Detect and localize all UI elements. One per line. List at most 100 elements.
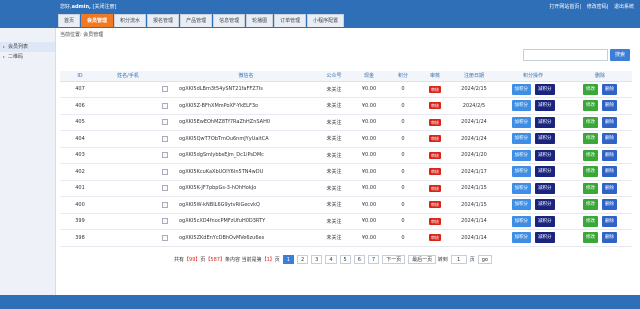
subtract-points-button[interactable]: 减积分 (535, 166, 555, 178)
member-id: 406 (60, 97, 100, 115)
tab-1[interactable]: 会员管理 (81, 14, 114, 27)
next-page-button[interactable]: 下一页 (382, 254, 406, 264)
delete-button[interactable]: 删除 (602, 166, 617, 178)
edit-button[interactable]: 修改 (583, 83, 598, 95)
page-number-button[interactable]: 4 (325, 254, 337, 264)
top-header: 您好,admin, [关闭注册] 打开网站首页| 修改密码| 退出系统 首页 会员… (0, 0, 640, 28)
tab-3[interactable]: 报名管理 (147, 14, 180, 27)
delete-button[interactable]: 删除 (602, 116, 617, 128)
delete-button[interactable]: 删除 (602, 149, 617, 161)
avatar (162, 234, 168, 241)
audit-button[interactable]: 审核 (429, 102, 441, 110)
page-number-button[interactable]: 2 (296, 254, 309, 264)
add-points-button[interactable]: 加积分 (511, 199, 531, 211)
audit-button[interactable]: 审核 (429, 217, 441, 225)
audit-cell: 审核 (420, 163, 450, 181)
page-number-button[interactable]: 3 (311, 254, 323, 264)
edit-button[interactable]: 修改 (583, 232, 598, 244)
audit-button[interactable]: 审核 (429, 201, 441, 209)
avatar-cell (156, 81, 176, 98)
sidebar-item-qrcode[interactable]: 二维码 (0, 52, 55, 62)
audit-button[interactable]: 审核 (429, 234, 441, 242)
member-id: 403 (60, 147, 100, 164)
subtract-points-button[interactable]: 减积分 (535, 83, 555, 95)
logout-system-link[interactable]: 退出系统 (614, 4, 634, 10)
sidebar-item-member-list[interactable]: 会员列表 (0, 42, 55, 52)
audit-button[interactable]: 审核 (429, 135, 441, 143)
subtract-points-button[interactable]: 减积分 (535, 116, 555, 128)
add-points-button[interactable]: 加积分 (511, 100, 531, 112)
tab-0[interactable]: 首页 (58, 14, 81, 27)
subtract-points-button[interactable]: 减积分 (535, 215, 555, 227)
change-password-link[interactable]: 修改密码 (587, 4, 607, 10)
delete-button[interactable]: 删除 (602, 232, 617, 244)
tab-5[interactable]: 信息管理 (213, 14, 246, 27)
member-points: 0 (386, 196, 420, 214)
register-date: 2024/2/15 (450, 81, 498, 98)
open-site-link[interactable]: 打开网站首页 (549, 4, 579, 10)
delete-button[interactable]: 删除 (602, 199, 617, 211)
search-button[interactable]: 搜索 (610, 49, 630, 61)
subtract-points-button[interactable]: 减积分 (535, 133, 555, 145)
page-number-button[interactable]: 6 (353, 254, 365, 264)
edit-button[interactable]: 修改 (583, 100, 598, 112)
row-actions: 修改 删除 (568, 180, 632, 197)
member-name (100, 81, 156, 98)
audit-button[interactable]: 审核 (429, 118, 441, 126)
tab-4[interactable]: 产品管理 (180, 14, 213, 27)
delete-button[interactable]: 删除 (602, 83, 617, 95)
delete-button[interactable]: 删除 (602, 100, 617, 112)
subtract-points-button[interactable]: 减积分 (535, 149, 555, 161)
audit-button[interactable]: 审核 (429, 85, 441, 93)
avatar-cell (156, 97, 176, 115)
audit-button[interactable]: 审核 (429, 168, 441, 176)
edit-button[interactable]: 修改 (583, 199, 598, 211)
add-points-button[interactable]: 加积分 (511, 182, 531, 194)
member-points: 0 (386, 97, 420, 115)
points-actions: 加积分 减积分 (498, 97, 568, 115)
delete-button[interactable]: 删除 (602, 215, 617, 227)
audit-button[interactable]: 审核 (429, 184, 441, 192)
audit-button[interactable]: 审核 (429, 151, 441, 159)
page-number-button[interactable]: 5 (339, 254, 351, 264)
tab-2[interactable]: 积分流水 (114, 14, 147, 27)
add-points-button[interactable]: 加积分 (511, 215, 531, 227)
tab-8[interactable]: 小程序配置 (307, 14, 345, 27)
edit-button[interactable]: 修改 (583, 182, 598, 194)
column-header: 积分 (386, 71, 420, 82)
tab-6[interactable]: 轮播图 (246, 14, 274, 27)
main-nav: 首页 会员管理 积分流水 报名管理 产品管理 信息管理 轮播图 订单管理 小程序配置 (58, 14, 345, 27)
page-number-button[interactable]: 7 (367, 254, 380, 264)
jump-page-input[interactable]: 1 (450, 254, 467, 264)
delete-button[interactable]: 删除 (602, 182, 617, 194)
page-number-button[interactable]: 1 (282, 254, 294, 264)
edit-button[interactable]: 修改 (583, 166, 598, 178)
follow-status: 未关注 (316, 163, 352, 181)
member-name (100, 130, 156, 148)
edit-button[interactable]: 修改 (583, 133, 598, 145)
edit-button[interactable]: 修改 (583, 149, 598, 161)
member-openid: ogXKI5EwEOhMZ8Tf7RaZhHZnSAH0 (176, 114, 316, 131)
add-points-button[interactable]: 加积分 (511, 232, 531, 244)
add-points-button[interactable]: 加积分 (511, 133, 531, 145)
avatar-cell (156, 213, 176, 230)
add-points-button[interactable]: 加积分 (511, 166, 531, 178)
points-actions: 加积分 减积分 (498, 213, 568, 230)
edit-button[interactable]: 修改 (583, 215, 598, 227)
subtract-points-button[interactable]: 减积分 (535, 199, 555, 211)
edit-button[interactable]: 修改 (583, 116, 598, 128)
subtract-points-button[interactable]: 减积分 (535, 182, 555, 194)
member-points: 0 (386, 163, 420, 181)
tab-7[interactable]: 订单管理 (274, 14, 307, 27)
add-points-button[interactable]: 加积分 (511, 83, 531, 95)
logout-link[interactable]: [关闭注册] (93, 4, 117, 10)
last-page-button[interactable]: 最后一页 (408, 254, 437, 264)
subtract-points-button[interactable]: 减积分 (535, 100, 555, 112)
add-points-button[interactable]: 加积分 (511, 149, 531, 161)
add-points-button[interactable]: 加积分 (511, 116, 531, 128)
go-button[interactable]: go (477, 254, 492, 264)
search-input[interactable] (523, 49, 608, 61)
delete-button[interactable]: 删除 (602, 133, 617, 145)
member-id: 400 (60, 196, 100, 214)
subtract-points-button[interactable]: 减积分 (535, 232, 555, 244)
